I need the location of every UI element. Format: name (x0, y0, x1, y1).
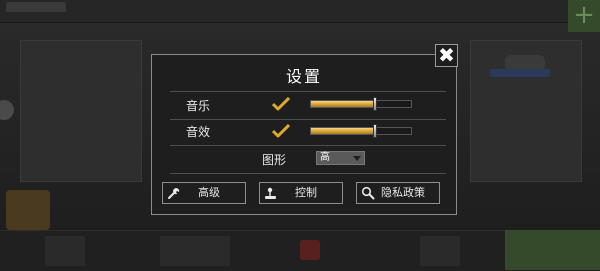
background-red-icon (300, 240, 320, 260)
graphics-label: 图形 (262, 153, 287, 167)
sfx-label: 音效 (186, 125, 211, 139)
background-plus-button: + (568, 0, 600, 32)
row-divider (170, 145, 446, 146)
advanced-button[interactable]: 高级 (162, 182, 246, 204)
background-garage-tab (420, 236, 460, 266)
privacy-policy-button-label: 隐私政策 (381, 186, 425, 199)
chevron-down-icon (353, 156, 361, 161)
music-volume-fill (311, 101, 376, 107)
sfx-checkbox[interactable] (272, 124, 290, 138)
settings-dialog: 设置 音乐 音效 图形 高 高级 控制 隐私政策 (151, 54, 457, 215)
background-play-button (505, 230, 600, 270)
sfx-volume-handle[interactable] (373, 124, 378, 138)
background-ad-badge (490, 69, 550, 77)
music-checkbox[interactable] (272, 97, 290, 111)
background-coins-display (6, 2, 66, 12)
title-divider (170, 91, 446, 92)
graphics-quality-select[interactable]: 高 (316, 151, 365, 165)
row-divider (170, 173, 446, 174)
close-button[interactable]: ✖ (435, 44, 458, 67)
background-card (6, 190, 50, 230)
music-label: 音乐 (186, 99, 211, 113)
dialog-title: 设置 (285, 67, 322, 86)
row-divider (170, 119, 446, 120)
background-settings-tab (45, 236, 85, 266)
background-top-bar (0, 0, 600, 23)
graphics-quality-value: 高 (320, 152, 330, 163)
sfx-volume-fill (311, 128, 376, 134)
background-left-panel (20, 40, 142, 182)
sfx-volume-slider[interactable] (310, 124, 412, 138)
music-volume-slider[interactable] (310, 97, 412, 111)
music-volume-handle[interactable] (373, 97, 378, 111)
checkmark-icon (272, 124, 290, 138)
controls-button[interactable]: 控制 (259, 182, 343, 204)
controls-button-label: 控制 (295, 186, 317, 199)
checkmark-icon (272, 97, 290, 111)
close-icon: ✖ (438, 43, 455, 67)
advanced-button-label: 高级 (198, 186, 220, 199)
background-shop-tab (160, 236, 230, 266)
privacy-policy-button[interactable]: 隐私政策 (356, 182, 440, 204)
